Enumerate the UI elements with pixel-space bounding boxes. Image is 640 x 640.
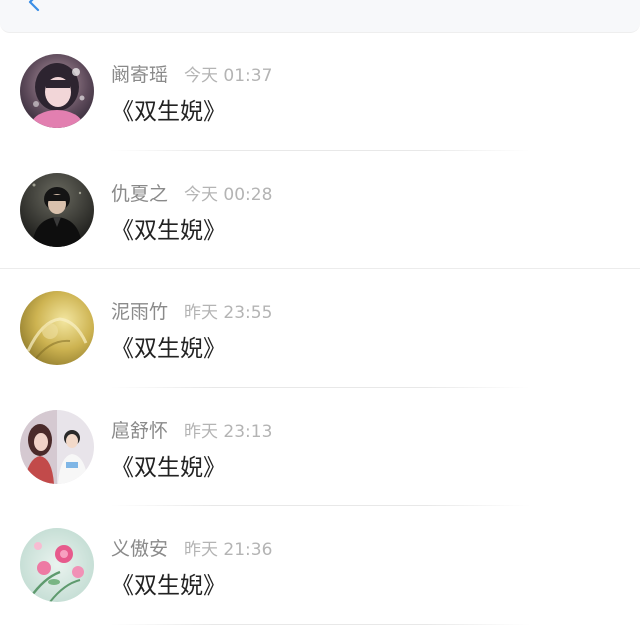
timestamp: 昨天 23:55 xyxy=(184,303,273,323)
name-line: 阚寄瑶 今天 01:37 xyxy=(111,60,272,86)
divider xyxy=(110,623,530,625)
list-item[interactable]: 泥雨竹 昨天 23:55 《双生婗》 xyxy=(0,269,640,388)
message-text: 《双生婗》 xyxy=(111,217,226,244)
couple-photo-avatar xyxy=(20,409,94,484)
list-item[interactable]: 义傲安 昨天 21:36 《双生婗》 xyxy=(0,506,640,625)
message-text: 《双生婗》 xyxy=(111,336,226,362)
avatar[interactable] xyxy=(20,54,94,128)
list-item[interactable]: 扈舒怀 昨天 23:13 《双生婗》 xyxy=(0,388,640,506)
avatar[interactable] xyxy=(20,172,94,247)
list-item[interactable]: 阚寄瑶 今天 01:37 《双生婗》 xyxy=(0,32,640,151)
girl-portrait-avatar xyxy=(20,54,94,128)
user-name[interactable]: 仇夏之 xyxy=(111,179,168,206)
timestamp: 昨天 23:13 xyxy=(184,421,273,442)
avatar[interactable] xyxy=(20,291,94,365)
message-text: 《双生婗》 xyxy=(111,99,226,125)
avatar[interactable] xyxy=(20,528,94,602)
user-name[interactable]: 泥雨竹 xyxy=(111,297,168,324)
boy-in-black-avatar xyxy=(20,172,94,247)
timestamp: 今天 01:37 xyxy=(184,66,273,86)
timestamp: 今天 00:28 xyxy=(184,184,273,205)
name-line: 泥雨竹 昨天 23:55 xyxy=(111,297,272,323)
timestamp: 昨天 21:36 xyxy=(184,540,273,560)
message-list: 阚寄瑶 今天 01:37 《双生婗》 仇夏之 今天 00:28 《双生婗》 泥雨… xyxy=(0,32,640,625)
user-name[interactable]: 阚寄瑶 xyxy=(111,60,168,87)
avatar[interactable] xyxy=(20,409,94,484)
list-item[interactable]: 仇夏之 今天 00:28 《双生婗》 xyxy=(0,151,640,269)
user-name[interactable]: 义傲安 xyxy=(111,534,168,561)
name-line: 扈舒怀 昨天 23:13 xyxy=(111,416,272,442)
comment-list-screen: 阚寄瑶 今天 01:37 《双生婗》 仇夏之 今天 00:28 《双生婗》 泥雨… xyxy=(0,0,640,640)
message-text: 《双生婗》 xyxy=(111,454,226,481)
user-name[interactable]: 扈舒怀 xyxy=(111,416,168,443)
top-bar xyxy=(0,0,640,33)
name-line: 义傲安 昨天 21:36 xyxy=(111,534,272,560)
name-line: 仇夏之 今天 00:28 xyxy=(111,179,272,205)
chevron-left-icon[interactable] xyxy=(24,0,46,12)
golden-illustration-avatar xyxy=(20,291,94,365)
pink-flowers-avatar xyxy=(20,528,94,602)
message-text: 《双生婗》 xyxy=(111,573,226,599)
